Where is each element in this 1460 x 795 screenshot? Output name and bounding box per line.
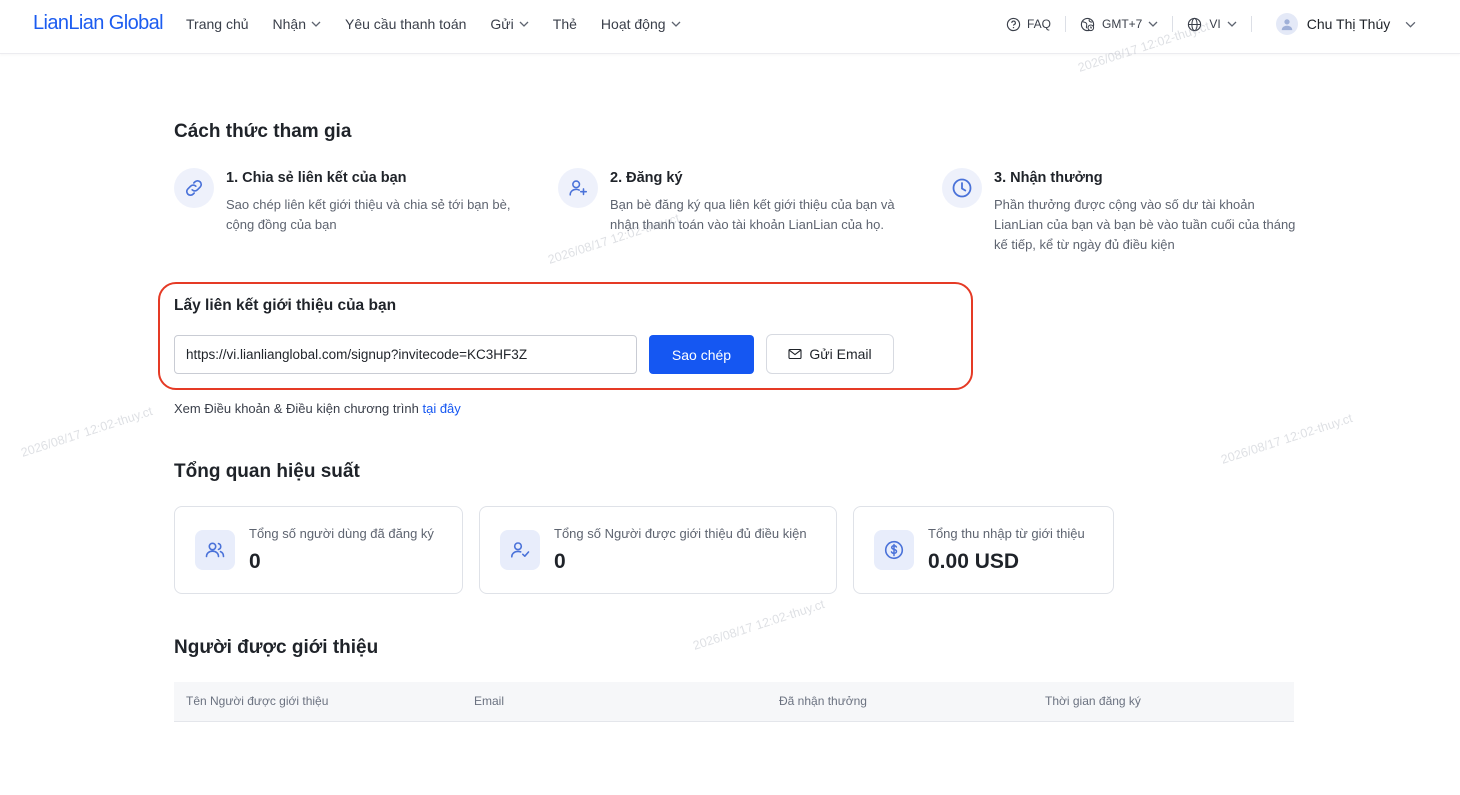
copy-link-button[interactable]: Sao chép: [649, 335, 754, 374]
referrals-table-header: Tên Người được giới thiệu Email Đã nhận …: [174, 682, 1294, 722]
chevron-down-icon: [1148, 21, 1158, 27]
step-description: Phần thưởng được cộng vào số dư tài khoả…: [994, 197, 1296, 252]
how-to-join-title: Cách thức tham gia: [174, 121, 352, 142]
header-tools: FAQ GMT+7 VI Chu Thị Thúy: [1006, 0, 1416, 48]
user-add-icon: [558, 168, 598, 208]
stat-card-registered-users: Tổng số người dùng đã đăng ký 0: [174, 506, 463, 594]
user-menu[interactable]: Chu Thị Thúy: [1275, 13, 1417, 35]
stat-card-qualified-referrals: Tổng số Người được giới thiệu đủ điều ki…: [479, 506, 837, 594]
avatar: [1275, 13, 1298, 35]
terms-text: Xem Điều khoản & Điều kiện chương trình …: [174, 401, 461, 416]
language-selector[interactable]: VI: [1187, 17, 1237, 32]
divider: [1172, 16, 1174, 32]
watermark: 2026/08/17 12:02-thuy.ct: [19, 404, 155, 460]
divider: [1065, 16, 1067, 32]
step-title: 2. Đăng ký: [610, 170, 683, 186]
language-label: VI: [1209, 17, 1221, 31]
terms-prefix: Xem Điều khoản & Điều kiện chương trình: [174, 401, 419, 416]
stat-label: Tổng số Người được giới thiệu đủ điều ki…: [554, 526, 807, 541]
nav-item-receive[interactable]: Nhận: [273, 16, 321, 32]
terms-link[interactable]: tại đây: [422, 401, 460, 416]
stat-value: 0.00 USD: [928, 550, 1020, 573]
stat-value: 0: [554, 550, 566, 573]
timezone-label: GMT+7: [1102, 17, 1143, 31]
faq-button[interactable]: FAQ: [1006, 17, 1051, 32]
referral-link-title: Lấy liên kết giới thiệu của bạn: [174, 297, 397, 314]
nav-item-label: Hoạt động: [600, 16, 666, 32]
nav-item-label: Gửi: [490, 16, 514, 32]
faq-label: FAQ: [1027, 17, 1052, 31]
column-header-rewarded: Đã nhận thưởng: [779, 694, 867, 708]
chevron-down-icon: [1405, 21, 1416, 28]
nav-item-payment-request[interactable]: Yêu cầu thanh toán: [345, 16, 466, 32]
question-circle-icon: [1006, 17, 1021, 31]
step-title: 1. Chia sẻ liên kết của bạn: [226, 170, 407, 186]
performance-title: Tổng quan hiệu suất: [174, 461, 360, 482]
divider: [1250, 16, 1252, 32]
step-title: 3. Nhận thưởng: [994, 170, 1103, 186]
dollar-coin-icon: [874, 530, 914, 570]
referral-link-field[interactable]: https://vi.lianlianglobal.com/signup?inv…: [174, 335, 637, 374]
user-check-icon: [500, 530, 540, 570]
referrals-title: Người được giới thiệu: [174, 637, 379, 658]
top-navigation-bar: LianLian Global Trang chủ Nhận Yêu cầu t…: [0, 0, 1460, 54]
chevron-down-icon: [519, 21, 529, 27]
nav-item-home[interactable]: Trang chủ: [186, 16, 249, 32]
users-icon: [195, 530, 235, 570]
lianlian-logo[interactable]: LianLian Global: [33, 12, 164, 35]
nav-item-label: Thẻ: [552, 16, 577, 32]
nav-item-activity[interactable]: Hoạt động: [601, 16, 681, 32]
column-header-registered-time: Thời gian đăng ký: [1045, 694, 1141, 708]
user-icon: [1281, 19, 1292, 31]
nav-item-label: Yêu cầu thanh toán: [344, 16, 467, 32]
watermark: 2026/08/17 12:02-thuy.ct: [1219, 411, 1355, 467]
clock-icon: [942, 168, 982, 208]
nav-item-label: Nhận: [272, 16, 306, 32]
column-header-name: Tên Người được giới thiệu: [186, 694, 329, 708]
globe-clock-icon: [1080, 17, 1095, 31]
mail-icon: [788, 348, 802, 360]
send-email-button[interactable]: Gửi Email: [766, 334, 894, 374]
stat-label: Tổng số người dùng đã đăng ký: [249, 526, 434, 541]
globe-icon: [1188, 17, 1202, 31]
stat-label: Tổng thu nhập từ giới thiệu: [928, 526, 1085, 541]
watermark: 2026/08/17 12:02-thuy.ct: [691, 597, 827, 653]
user-name: Chu Thị Thúy: [1306, 16, 1391, 32]
link-icon: [174, 168, 214, 208]
timezone-selector[interactable]: GMT+7: [1080, 17, 1158, 32]
chevron-down-icon: [671, 21, 680, 27]
nav-item-send[interactable]: Gửi: [490, 16, 529, 32]
main-nav: Trang chủ Nhận Yêu cầu thanh toán Gửi Th…: [186, 0, 705, 48]
step-description: Bạn bè đăng ký qua liên kết giới thiệu c…: [610, 197, 895, 232]
stat-card-referral-earnings: Tổng thu nhập từ giới thiệu 0.00 USD: [853, 506, 1114, 594]
nav-item-label: Trang chủ: [186, 16, 249, 32]
chevron-down-icon: [1227, 21, 1237, 27]
step-description: Sao chép liên kết giới thiệu và chia sẻ …: [226, 197, 511, 232]
column-header-email: Email: [474, 694, 505, 708]
stat-value: 0: [249, 550, 261, 573]
send-email-label: Gửi Email: [809, 346, 872, 362]
nav-item-card[interactable]: Thẻ: [553, 16, 577, 32]
chevron-down-icon: [311, 21, 321, 27]
